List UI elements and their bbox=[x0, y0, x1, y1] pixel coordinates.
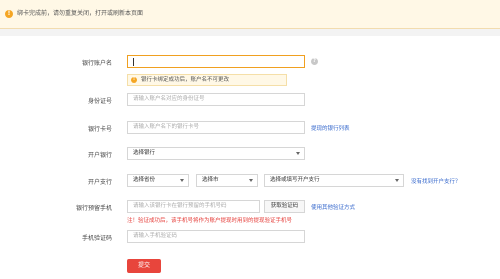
chevron-down-icon bbox=[395, 179, 399, 182]
notice-text: 绑卡完成前，请勿重复关闭，打开或刷新本页面 bbox=[17, 10, 144, 17]
phone-notice: 注！验证成功后，该手机号将作为账户提现时用到的提现验证手机号 bbox=[127, 218, 293, 224]
get-code-button[interactable]: 获取验证码 bbox=[264, 200, 305, 213]
account-name-tip-text: 银行卡绑定成功后，账户名不可更改 bbox=[141, 77, 230, 83]
text-caret bbox=[133, 58, 134, 66]
warning-icon: ! bbox=[5, 10, 13, 18]
chevron-down-icon bbox=[180, 179, 184, 182]
phone-label: 银行预留手机 bbox=[75, 205, 112, 212]
notice-bar: ! 绑卡完成前，请勿重复关闭，打开或刷新本页面 bbox=[0, 0, 500, 29]
sms-code-label: 手机验证码 bbox=[81, 235, 112, 242]
branch-label: 开户支行 bbox=[87, 179, 112, 186]
bank-select-value: 选择银行 bbox=[133, 150, 156, 156]
branch-select[interactable]: 选择或填写开户支行 bbox=[264, 174, 404, 187]
other-verify-link[interactable]: 使用其他验证方式 bbox=[311, 203, 355, 211]
branch-not-found-link[interactable]: 没有找到开户支行？ bbox=[411, 177, 461, 185]
branch-select-value: 选择或填写开户支行 bbox=[270, 177, 320, 183]
id-number-input[interactable]: 请输入账户名对应的身份证号 bbox=[127, 93, 305, 106]
sms-code-input[interactable]: 请输入手机验证码 bbox=[127, 230, 305, 243]
bank-label: 开户银行 bbox=[87, 152, 112, 159]
chevron-down-icon bbox=[249, 179, 253, 182]
id-number-label: 身份证号 bbox=[87, 98, 112, 105]
account-name-tip: ! 银行卡绑定成功后，账户名不可更改 bbox=[127, 74, 287, 86]
phone-input[interactable]: 请输入该银行卡在银行预留的手机号码 bbox=[127, 200, 260, 213]
supported-banks-link[interactable]: 提现的银行列表 bbox=[311, 124, 350, 132]
card-number-label: 银行卡号 bbox=[87, 126, 112, 133]
province-select[interactable]: 选择省份 bbox=[127, 174, 189, 187]
city-select-value: 选择市 bbox=[202, 177, 219, 183]
bank-select[interactable]: 选择银行 bbox=[127, 147, 305, 160]
chevron-down-icon bbox=[296, 152, 300, 155]
account-name-input[interactable] bbox=[127, 55, 305, 68]
province-select-value: 选择省份 bbox=[133, 177, 156, 183]
card-number-input[interactable]: 请输入账户名下的银行卡号 bbox=[127, 121, 305, 134]
submit-button[interactable]: 提交 bbox=[127, 259, 161, 273]
info-icon: ! bbox=[131, 77, 137, 83]
help-icon[interactable]: ? bbox=[311, 58, 318, 65]
city-select[interactable]: 选择市 bbox=[196, 174, 258, 187]
account-name-label: 银行账户名 bbox=[81, 60, 112, 67]
